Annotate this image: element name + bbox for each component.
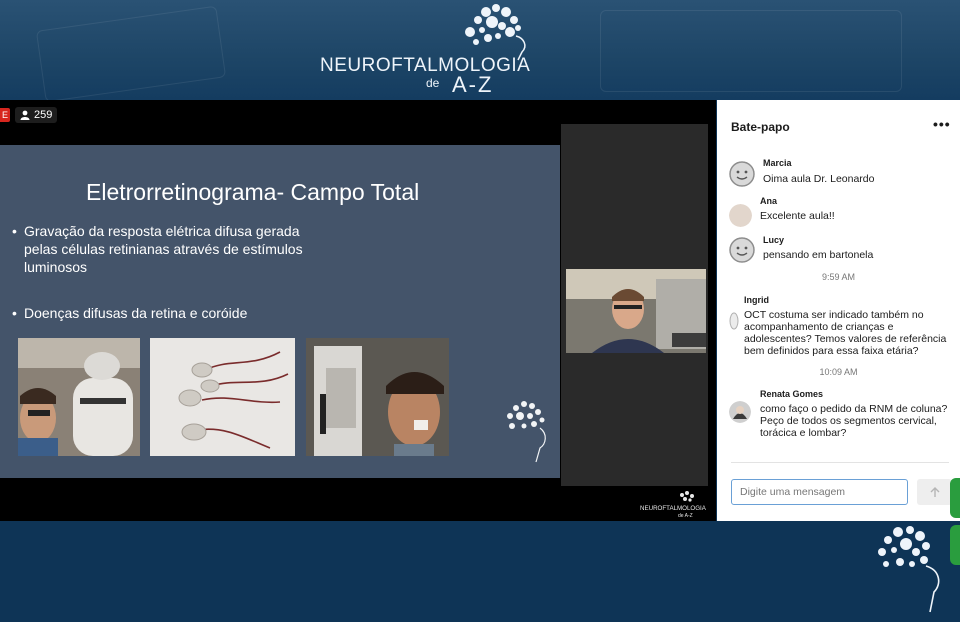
smiley-avatar-icon bbox=[729, 161, 755, 187]
slide-title: Eletrorretinograma- Campo Total bbox=[86, 179, 420, 205]
person-icon bbox=[20, 110, 30, 120]
slide-photo-patient-electrode bbox=[306, 338, 449, 456]
viewer-count: 259 bbox=[34, 109, 53, 121]
side-tab-green[interactable] bbox=[950, 478, 960, 518]
chat-author: Ingrid bbox=[744, 295, 769, 305]
smiley-avatar-icon bbox=[729, 237, 755, 263]
chat-text: como faço o pedido da RNM de coluna? Peç… bbox=[760, 403, 948, 439]
send-button[interactable] bbox=[917, 479, 952, 505]
chat-text: Excelente aula!! bbox=[760, 210, 835, 222]
chat-message-input[interactable] bbox=[731, 479, 908, 505]
photo-avatar bbox=[729, 401, 751, 423]
slide-photo-patient-device bbox=[18, 338, 140, 456]
top-banner: NEUROFTALMOLOGIA de A-Z bbox=[0, 0, 960, 100]
stage-corner-logo-icon: NEUROFTALMOLOGIA de A-Z bbox=[640, 491, 707, 519]
chat-timestamp: 9:59 AM bbox=[821, 272, 856, 282]
background-keyboard-decor bbox=[600, 10, 902, 92]
presenter-webcam bbox=[566, 269, 706, 353]
brand-de: de bbox=[426, 76, 440, 90]
background-glasses-decor bbox=[35, 5, 227, 100]
photo-avatar bbox=[729, 204, 752, 227]
arrow-up-icon bbox=[930, 487, 939, 497]
chat-author: Lucy bbox=[763, 235, 785, 245]
photo-avatar bbox=[729, 312, 739, 330]
chat-text: pensando em bartonela bbox=[763, 249, 874, 261]
chat-panel: Bate-papo ••• Marcia Oima aula Dr. Leona… bbox=[717, 100, 960, 521]
chat-author: Renata Gomes bbox=[760, 389, 824, 399]
brand-logo: NEUROFTALMOLOGIA de A-Z bbox=[320, 0, 530, 100]
brain-logo-icon bbox=[465, 4, 526, 61]
slide-photo-electrodes bbox=[150, 338, 295, 456]
live-badge: E bbox=[0, 108, 10, 122]
chat-title: Bate-papo bbox=[731, 120, 790, 134]
brand-az: A-Z bbox=[452, 72, 494, 97]
chat-text: OCT costuma ser indicado também no acomp… bbox=[744, 309, 947, 357]
footer-brain-logo-icon bbox=[878, 526, 940, 613]
presentation-slide: Eletrorretinograma- Campo Total • Gravaç… bbox=[0, 145, 560, 478]
svg-text:de A-Z: de A-Z bbox=[678, 513, 693, 519]
viewer-count-badge: 259 bbox=[15, 107, 58, 123]
slide-logo-icon bbox=[507, 401, 546, 463]
video-stage: E 259 Eletrorretinograma- Campo Total • … bbox=[0, 100, 716, 521]
chat-author: Ana bbox=[760, 196, 778, 206]
chat-timestamp: 10:09 AM bbox=[819, 367, 858, 377]
chat-author: Marcia bbox=[763, 158, 792, 168]
chat-divider bbox=[731, 462, 949, 463]
chat-text: Oima aula Dr. Leonardo bbox=[763, 173, 875, 185]
more-horizontal-icon[interactable]: ••• bbox=[933, 116, 951, 132]
svg-text:NEUROFTALMOLOGIA: NEUROFTALMOLOGIA bbox=[640, 505, 707, 512]
